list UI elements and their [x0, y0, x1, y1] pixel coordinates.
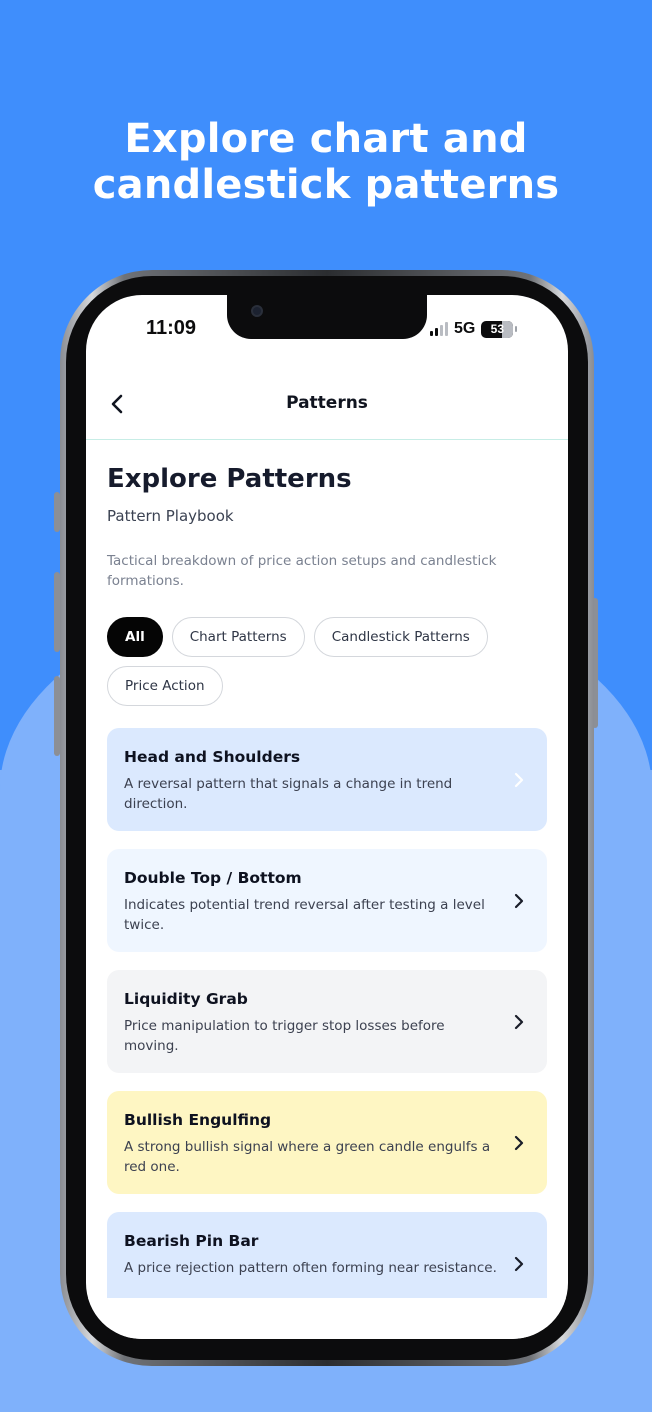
chevron-right-icon	[514, 1014, 524, 1030]
pattern-title: Liquidity Grab	[124, 990, 248, 1008]
status-time: 11:09	[146, 317, 197, 339]
filter-chips: All Chart Patterns Candlestick Patterns …	[107, 617, 547, 706]
pattern-title: Bearish Pin Bar	[124, 1232, 259, 1250]
chevron-right-icon	[514, 893, 524, 909]
pattern-description: Indicates potential trend reversal after…	[124, 897, 485, 933]
nav-title: Patterns	[286, 393, 368, 413]
phone-screen: 11:09 5G 53 Patterns Explore Patterns Pa…	[86, 295, 568, 1339]
page-description: Tactical breakdown of price action setup…	[107, 553, 497, 589]
pattern-description: A strong bullish signal where a green ca…	[124, 1139, 491, 1175]
chevron-right-icon	[514, 1256, 524, 1272]
status-indicators: 5G 53	[430, 319, 518, 339]
chevron-right-icon	[514, 772, 524, 788]
battery-cap	[515, 326, 518, 332]
pattern-description: A reversal pattern that signals a change…	[124, 776, 453, 812]
filter-chip-chart-patterns[interactable]: Chart Patterns	[171, 617, 305, 657]
filter-chip-candlestick-patterns[interactable]: Candlestick Patterns	[313, 617, 488, 657]
battery-icon: 53	[481, 320, 514, 338]
nav-bar: Patterns	[86, 365, 568, 440]
pattern-description: Price manipulation to trigger stop losse…	[124, 1018, 445, 1054]
page-subtitle: Pattern Playbook	[107, 507, 234, 525]
filter-chip-all[interactable]: All	[107, 617, 163, 657]
signal-icon	[430, 322, 448, 336]
promo-headline-line1: Explore chart and	[124, 116, 528, 162]
pattern-card[interactable]: Liquidity Grab Price manipulation to tri…	[107, 970, 547, 1073]
promo-headline-line2: candlestick patterns	[92, 162, 560, 208]
promo-headline: Explore chart and candlestick patterns	[0, 116, 652, 208]
pattern-list: Head and Shoulders A reversal pattern th…	[107, 728, 547, 1333]
filter-chip-price-action[interactable]: Price Action	[107, 666, 223, 706]
camera-icon	[251, 305, 263, 317]
network-type: 5G	[454, 320, 476, 337]
pattern-card[interactable]: Bullish Engulfing A strong bullish signa…	[107, 1091, 547, 1194]
chevron-right-icon	[514, 1135, 524, 1151]
page-header: Explore Patterns Pattern Playbook Tactic…	[107, 463, 547, 706]
pattern-title: Head and Shoulders	[124, 748, 301, 766]
home-indicator-area	[86, 1298, 568, 1339]
pattern-card[interactable]: Head and Shoulders A reversal pattern th…	[107, 728, 547, 831]
pattern-card[interactable]: Double Top / Bottom Indicates potential …	[107, 849, 547, 952]
notch	[227, 295, 427, 339]
pattern-description: A price rejection pattern often forming …	[124, 1260, 497, 1276]
pattern-title: Bullish Engulfing	[124, 1111, 272, 1129]
pattern-title: Double Top / Bottom	[124, 869, 302, 887]
battery-level: 53	[490, 322, 505, 336]
page-title: Explore Patterns	[107, 464, 352, 494]
